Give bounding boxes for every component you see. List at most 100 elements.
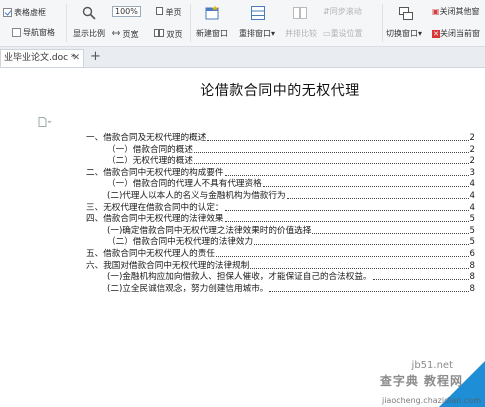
toc-entry[interactable]: (二)代理人以本人的名义与金融机构为借款行为 4 <box>107 190 475 202</box>
divider <box>382 4 383 42</box>
toc-entry[interactable]: （一）借款合同的概述 2 <box>107 144 475 156</box>
close-current-label: 关闭当前窗 <box>440 29 480 38</box>
zoom-field[interactable]: 100% <box>112 6 141 17</box>
show-ratio-button[interactable]: 显示比例 <box>73 29 105 39</box>
toc-entry[interactable]: 一、借款合同及无权代理的概述 2 <box>86 132 475 144</box>
ribbon-toolbar: 表格虚框 导航窗格 显示比例 100% 单页 页宽 双页 新建窗口 重排窗口▾ … <box>0 0 485 47</box>
close-icon[interactable]: ✕ <box>72 50 80 67</box>
magnifier-icon[interactable] <box>82 6 96 22</box>
toc-entry[interactable]: 五、借款合同中无权代理人的责任 6 <box>86 248 475 260</box>
document-tab[interactable]: 业毕业论文.doc * ✕ <box>0 49 84 67</box>
chevron-down-icon: ▾ <box>271 29 276 38</box>
toc-entry-page: 8 <box>469 283 475 294</box>
table-bounds-toggle[interactable]: 表格虚框 <box>3 8 46 18</box>
toc-entry-page: 8 <box>469 260 475 271</box>
sync-scroll-button[interactable]: ⇵同步滚动 <box>323 7 362 17</box>
toc-entry-label: 六、我国对借款合同中无权代理的法律规制 <box>86 260 250 271</box>
new-window-icon[interactable] <box>204 5 220 23</box>
nav-pane-label: 导航窗格 <box>23 28 55 37</box>
close-icon: ✕ <box>432 30 440 38</box>
toc-entry[interactable]: （二）无权代理的概述 2 <box>107 155 475 167</box>
toc-entry-label: 五、借款合同中无权代理人的责任 <box>86 249 215 259</box>
page-icon[interactable] <box>38 112 52 131</box>
document-page[interactable]: 论借款合同中的无权代理 一、借款合同及无权代理的概述 2 （一）借款合同的概述 2 （二… <box>0 68 485 407</box>
toc-entry-page: 2 <box>469 133 475 143</box>
toc-entry[interactable]: 三、无权代理在借款合同中的认定： 4 <box>86 202 475 214</box>
side-by-side-button[interactable]: 并排比较 <box>285 29 317 39</box>
toc-entry-page: 6 <box>469 249 475 259</box>
toc-entry-label: 四、借款合同中无权代理的法律效果 <box>86 214 224 225</box>
toc-entry-page: 4 <box>469 191 475 201</box>
toc-entry[interactable]: 二、借款合同中无权代理的构成要件 3 <box>86 167 475 179</box>
toc-entry-page: 5 <box>469 225 475 236</box>
document-title: 论借款合同中的无权代理 <box>200 83 360 99</box>
nav-pane-toggle[interactable]: 导航窗格 <box>12 28 55 38</box>
toc-entry-label: 二、借款合同中无权代理的构成要件 <box>86 167 224 178</box>
table-bounds-label: 表格虚框 <box>14 8 46 17</box>
zoom-value[interactable]: 100% <box>112 6 141 17</box>
toc-leader-dots <box>250 267 469 269</box>
chevron-down-icon: ▾ <box>418 29 423 38</box>
toc-entry-page: 5 <box>469 214 475 225</box>
document-tab-label: 业毕业论文.doc * <box>4 53 76 63</box>
toc-entry[interactable]: (一)确定借款合同中无权代理之法律效果时的价值选择 5 <box>107 225 475 237</box>
toc-leader-dots <box>312 232 469 234</box>
divider <box>66 4 67 42</box>
toc-entry-label: 三、无权代理在借款合同中的认定： <box>86 202 224 213</box>
toc-entry-label: （一）借款合同的代理人不具有代理资格 <box>107 179 262 190</box>
switch-window-label: 切换窗口 <box>386 29 418 38</box>
toc-entry[interactable]: （一）借款合同的代理人不具有代理资格 4 <box>107 178 475 190</box>
toc-entry-page: 4 <box>469 179 475 190</box>
add-tab-icon[interactable]: + <box>90 48 101 66</box>
sync-scroll-icon: ⇵ <box>323 7 330 16</box>
checkbox-icon[interactable] <box>12 28 21 37</box>
toc-leader-dots <box>224 220 469 223</box>
toc-leader-dots <box>193 162 469 165</box>
sync-scroll-label: 同步滚动 <box>329 7 362 16</box>
toc-entry-label: (一)金融机构应加向借款人、担保人催收，才能保证自己的合法权益。 <box>107 272 372 283</box>
watermark-text: 查字典 教程网 <box>379 374 463 388</box>
reset-position-icon: ▭ <box>323 29 331 38</box>
close-others-label: 关闭其他窗 <box>439 7 480 16</box>
new-window-button[interactable]: 新建窗口 <box>196 29 228 39</box>
toc-entry[interactable]: 六、我国对借款合同中无权代理的法律规制 8 <box>86 260 475 272</box>
single-page-button[interactable]: 单页 <box>156 7 182 18</box>
switch-window-button[interactable]: 切换窗口▾ <box>386 29 422 39</box>
toc-entry-page: 2 <box>469 156 475 167</box>
toc-leader-dots <box>262 185 469 188</box>
arrange-window-button[interactable]: 重排窗口▾ <box>239 29 275 39</box>
toc-leader-dots <box>269 290 469 292</box>
switch-window-icon[interactable] <box>398 6 414 23</box>
toc-entry[interactable]: （二）借款合同中无权代理的法律效力 5 <box>107 236 475 248</box>
reset-position-label: 重设位置 <box>330 29 363 38</box>
close-others-button[interactable]: ▣关闭其他窗 <box>432 7 480 17</box>
page-width-label: 页宽 <box>122 30 139 39</box>
toc-leader-dots <box>207 139 469 141</box>
side-by-side-icon <box>292 5 308 23</box>
two-page-label: 双页 <box>166 30 183 39</box>
toc-leader-dots <box>224 174 469 176</box>
toc-leader-dots <box>372 278 469 281</box>
toc-entry[interactable]: (二)立全民诚信观念，努力创建信用城市。 8 <box>107 283 475 295</box>
single-page-label: 单页 <box>165 8 182 17</box>
toc-entry-page: 4 <box>469 202 475 213</box>
document-tab-bar: 业毕业论文.doc * ✕ + <box>0 47 485 68</box>
toc-leader-dots <box>286 197 469 199</box>
toc-entry-page: 3 <box>469 167 475 178</box>
two-page-button[interactable]: 双页 <box>154 29 183 40</box>
toc-entry[interactable]: 四、借款合同中无权代理的法律效果 5 <box>86 213 475 225</box>
page-width-button[interactable]: 页宽 <box>111 29 139 40</box>
reset-position-button[interactable]: ▭重设位置 <box>323 29 363 39</box>
watermark: jb51.net 查字典 教程网 jiaocheng.chazidian.com <box>325 359 485 407</box>
toc-leader-dots <box>215 255 469 257</box>
toc-entry-label: （一）借款合同的概述 <box>107 144 193 155</box>
toc-entry[interactable]: (一)金融机构应加向借款人、担保人催收，才能保证自己的合法权益。 8 <box>107 271 475 283</box>
toc-entry-page: 8 <box>469 272 475 283</box>
toc-leader-dots <box>224 209 469 211</box>
close-current-button[interactable]: ✕关闭当前窗 <box>432 29 480 39</box>
watermark-url: jiaocheng.chazidian.com <box>381 396 481 405</box>
toc-entry-label: （二）借款合同中无权代理的法律效力 <box>107 237 254 248</box>
arrange-window-icon[interactable] <box>250 5 266 23</box>
checkbox-icon[interactable] <box>3 8 12 17</box>
toc-entry-label: (一)确定借款合同中无权代理之法律效果时的价值选择 <box>107 225 312 236</box>
